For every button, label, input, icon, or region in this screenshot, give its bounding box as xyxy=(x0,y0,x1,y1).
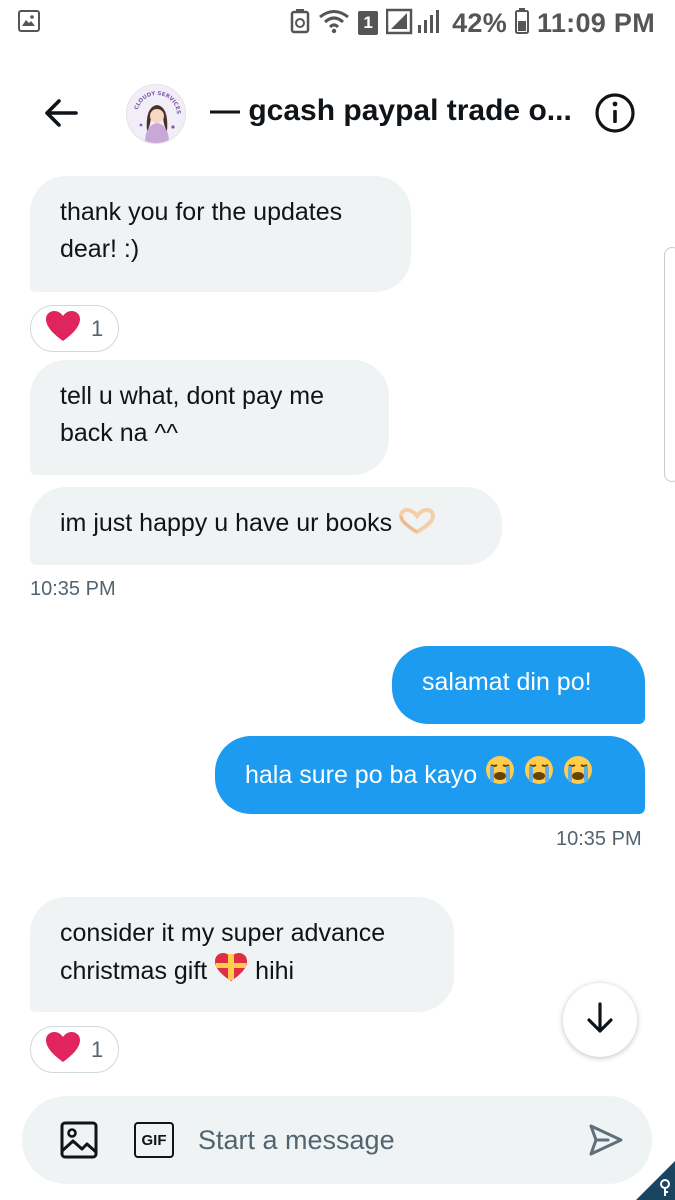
message-text: christmas gift xyxy=(60,957,208,985)
crying-face-emoji xyxy=(562,754,594,797)
gif-button[interactable]: GIF xyxy=(134,1122,174,1158)
arrow-down-icon xyxy=(585,1001,615,1040)
crying-face-emoji xyxy=(523,754,555,797)
message-text: dear! :) xyxy=(60,235,140,263)
message-bubble-incoming[interactable]: consider it my super advance christmas g… xyxy=(30,897,454,1012)
reaction-count: 1 xyxy=(91,315,104,341)
battery-percent: 42% xyxy=(452,7,508,38)
scroll-to-bottom-button[interactable] xyxy=(563,983,637,1057)
image-icon[interactable] xyxy=(60,1121,98,1159)
signal-icon xyxy=(385,7,444,40)
crying-face-emoji xyxy=(484,754,516,797)
heart-gift-emoji xyxy=(214,952,248,993)
status-bar: 1 42% 11:09 PM xyxy=(0,0,675,46)
message-text: hala sure po ba kayo xyxy=(245,761,478,789)
message-bubble-incoming[interactable]: tell u what, dont pay me back na ^^ xyxy=(30,360,389,475)
recycle-icon xyxy=(290,8,310,39)
clock: 11:09 PM xyxy=(537,7,655,38)
message-timestamp: 10:35 PM xyxy=(556,828,642,850)
info-icon[interactable] xyxy=(594,92,636,134)
message-timestamp: 10:35 PM xyxy=(30,578,116,600)
heart-icon xyxy=(45,1031,81,1068)
key-badge-icon xyxy=(636,1160,675,1200)
message-input[interactable] xyxy=(198,1116,568,1164)
message-bubble-incoming[interactable]: thank you for the updates dear! :) xyxy=(30,176,411,292)
message-text: back na ^^ xyxy=(60,419,178,447)
message-text: im just happy u have ur books xyxy=(60,509,393,537)
reaction-badge[interactable]: 1 xyxy=(30,305,119,352)
message-composer: GIF xyxy=(22,1096,652,1184)
avatar[interactable]: CLOUDY SERVICES xyxy=(126,84,186,144)
battery-icon xyxy=(515,7,530,39)
message-bubble-incoming[interactable]: im just happy u have ur books xyxy=(30,487,502,565)
wifi-icon xyxy=(318,8,350,39)
message-text: tell u what, dont pay me xyxy=(60,382,325,410)
gallery-icon xyxy=(18,10,40,32)
reaction-count: 1 xyxy=(91,1036,104,1062)
message-text: salamat din po! xyxy=(422,668,592,696)
heart-hands-emoji xyxy=(399,507,436,545)
message-bubble-outgoing[interactable]: salamat din po! xyxy=(392,646,645,724)
conversation-header: CLOUDY SERVICES — gcash paypal trade o..… xyxy=(0,80,675,146)
scrollbar[interactable] xyxy=(664,247,675,482)
reaction-badge[interactable]: 1 xyxy=(30,1026,119,1073)
gif-label: GIF xyxy=(141,1131,167,1149)
heart-icon xyxy=(45,310,81,347)
send-icon[interactable] xyxy=(588,1122,624,1158)
message-text: hihi xyxy=(255,957,295,985)
message-text: consider it my super advance xyxy=(60,919,386,947)
message-text: thank you for the updates xyxy=(60,198,343,226)
sim-badge: 1 xyxy=(358,11,379,35)
message-bubble-outgoing[interactable]: hala sure po ba kayo xyxy=(215,736,645,814)
conversation-title[interactable]: — gcash paypal trade o... xyxy=(210,94,590,128)
back-arrow-icon[interactable] xyxy=(40,92,82,134)
